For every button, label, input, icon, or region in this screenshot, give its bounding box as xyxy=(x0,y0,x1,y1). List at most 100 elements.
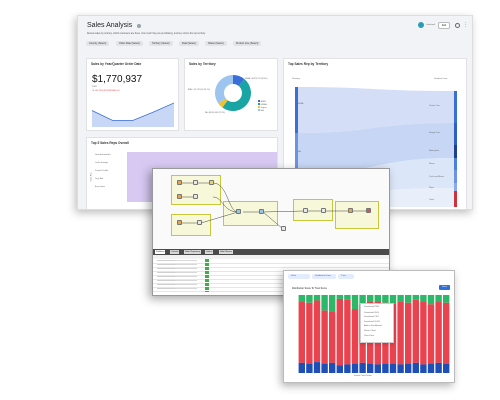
bar-segment-green[interactable] xyxy=(321,295,328,311)
edit-button[interactable]: Edit xyxy=(438,22,450,29)
bar-segment-green[interactable] xyxy=(336,295,343,299)
menu-item[interactable]: Download PNG xyxy=(361,304,393,311)
bar-segment-red[interactable] xyxy=(321,310,328,364)
area-trend-chart xyxy=(92,102,174,127)
filter-chip-deal[interactable]: Deal (Select) xyxy=(179,41,199,46)
bar-segment-red[interactable] xyxy=(351,309,359,364)
menu-item[interactable]: View Data xyxy=(361,334,393,339)
bar-segment-blue[interactable] xyxy=(389,363,397,373)
chart-title: Distribution Score To Trust Score xyxy=(292,287,327,290)
workflow-node[interactable] xyxy=(193,194,198,199)
workflow-node[interactable] xyxy=(177,220,182,225)
bar-segment-blue[interactable] xyxy=(405,363,412,373)
tab-outline[interactable]: Outline xyxy=(205,250,214,254)
info-icon[interactable] xyxy=(137,24,141,28)
workflow-node[interactable] xyxy=(366,208,371,213)
tab-problems[interactable]: Problems xyxy=(155,250,166,254)
bar-segment-red[interactable] xyxy=(397,301,404,365)
favorite-icon[interactable] xyxy=(455,23,460,28)
bar-segment-blue[interactable] xyxy=(435,362,442,373)
bar-segment-red[interactable] xyxy=(443,302,450,364)
bar-segment-blue[interactable] xyxy=(427,363,435,373)
bar-segment-red[interactable] xyxy=(435,302,442,363)
slice-label-na: NA - $3,852,061 (37.8%) xyxy=(205,112,225,114)
workflow-node[interactable] xyxy=(303,208,308,213)
bar-segment-blue[interactable] xyxy=(382,363,389,373)
more-icon[interactable]: ⋮ xyxy=(463,23,468,28)
bar-segment-green[interactable] xyxy=(435,295,442,303)
bar-segment-green[interactable] xyxy=(306,295,313,303)
bar-segment-blue[interactable] xyxy=(359,362,366,373)
bar-segment-red[interactable] xyxy=(306,302,313,364)
bar-segment-green[interactable] xyxy=(313,295,321,301)
workflow-node[interactable] xyxy=(321,208,326,213)
bar-segment-green[interactable] xyxy=(367,295,374,302)
card-sales-by-territory: Sales by Territory APAC - $1,297,054 (11… xyxy=(184,58,278,131)
tab-console[interactable]: Console xyxy=(170,250,180,254)
filter-chip-territory[interactable]: Territory (Select) xyxy=(149,41,173,46)
filter-chip-order-date[interactable]: Order Date (Select) xyxy=(116,41,143,46)
workflow-node[interactable] xyxy=(193,180,198,185)
bar-segment-red[interactable] xyxy=(344,299,351,365)
kpi-delta: ▼ -60.75% ($1,529,590) Q4 xyxy=(92,90,120,92)
sankey-node-trains: Trains xyxy=(429,199,435,201)
legend-item-na[interactable]: NA xyxy=(258,109,267,112)
tab-node-monitor[interactable]: Node Monitor xyxy=(219,250,234,254)
bar-segment-blue[interactable] xyxy=(344,364,351,373)
workflow-node[interactable] xyxy=(281,226,286,231)
tab-node-repository[interactable]: Node Repository xyxy=(184,250,201,254)
kpi-period: 2005 xyxy=(92,86,97,88)
bar-segment-green[interactable] xyxy=(351,295,359,310)
bar-segment-red[interactable] xyxy=(298,302,305,363)
bar-segment-green[interactable] xyxy=(420,295,427,303)
filter-chip-status[interactable]: Status (Select) xyxy=(205,41,227,46)
bar-segment-red[interactable] xyxy=(313,300,321,363)
workflow-node[interactable] xyxy=(177,194,182,199)
workflow-node[interactable] xyxy=(209,180,214,185)
sankey-node-vintage-cars: Vintage Cars xyxy=(429,132,440,134)
filter-chip-country[interactable]: Country (Select) xyxy=(86,41,110,46)
filter-chip[interactable]: Trust Score xyxy=(338,274,354,279)
bar-segment-red[interactable] xyxy=(336,298,343,366)
bar-segment-red[interactable] xyxy=(420,302,427,365)
filter-chip[interactable]: Distribution Score xyxy=(312,274,336,279)
bar-segment-green[interactable] xyxy=(382,295,389,303)
bar-segment-green[interactable] xyxy=(329,295,336,312)
bar-segment-green[interactable] xyxy=(405,295,412,303)
bar-segment-green[interactable] xyxy=(344,295,351,300)
bar-segment-blue[interactable] xyxy=(306,363,313,373)
bar-segment-red[interactable] xyxy=(329,311,336,363)
bar-segment-green[interactable] xyxy=(427,295,435,305)
bar-segment-blue[interactable] xyxy=(321,363,328,373)
bar-segment-blue[interactable] xyxy=(420,364,427,373)
workflow-node[interactable] xyxy=(197,220,202,225)
table-header xyxy=(153,255,389,259)
bar-segment-red[interactable] xyxy=(412,299,419,363)
rep-label: Pamela Castillo xyxy=(95,170,109,172)
avatar[interactable] xyxy=(418,22,424,28)
bar-segment-blue[interactable] xyxy=(367,363,374,373)
bar-segment-blue[interactable] xyxy=(412,362,419,373)
bar-segment-green[interactable] xyxy=(412,295,419,300)
bar-segment-red[interactable] xyxy=(427,304,435,364)
filter-chip[interactable]: Value Configuration xyxy=(288,274,310,279)
bar-segment-green[interactable] xyxy=(298,295,305,303)
bar-segment-blue[interactable] xyxy=(336,365,343,373)
bar-segment-blue[interactable] xyxy=(313,362,321,373)
bar-segment-blue[interactable] xyxy=(351,363,359,373)
workflow-node[interactable] xyxy=(259,209,264,214)
bar-segment-green[interactable] xyxy=(397,295,404,302)
bar-segment-blue[interactable] xyxy=(298,362,305,373)
bar-segment-blue[interactable] xyxy=(329,362,336,373)
bar-segment-green[interactable] xyxy=(443,295,450,303)
bar-segment-blue[interactable] xyxy=(374,364,381,373)
workflow-node[interactable] xyxy=(177,180,182,185)
bar-segment-red[interactable] xyxy=(405,302,412,364)
workflow-node[interactable] xyxy=(348,208,353,213)
bar-segment-blue[interactable] xyxy=(443,363,450,373)
bar-segment-green[interactable] xyxy=(374,295,381,303)
workflow-node[interactable] xyxy=(236,209,241,214)
bar-segment-blue[interactable] xyxy=(397,364,404,373)
filter-chip-product-line[interactable]: Product Line (Select) xyxy=(233,41,262,46)
save-button[interactable]: Save xyxy=(439,285,450,290)
